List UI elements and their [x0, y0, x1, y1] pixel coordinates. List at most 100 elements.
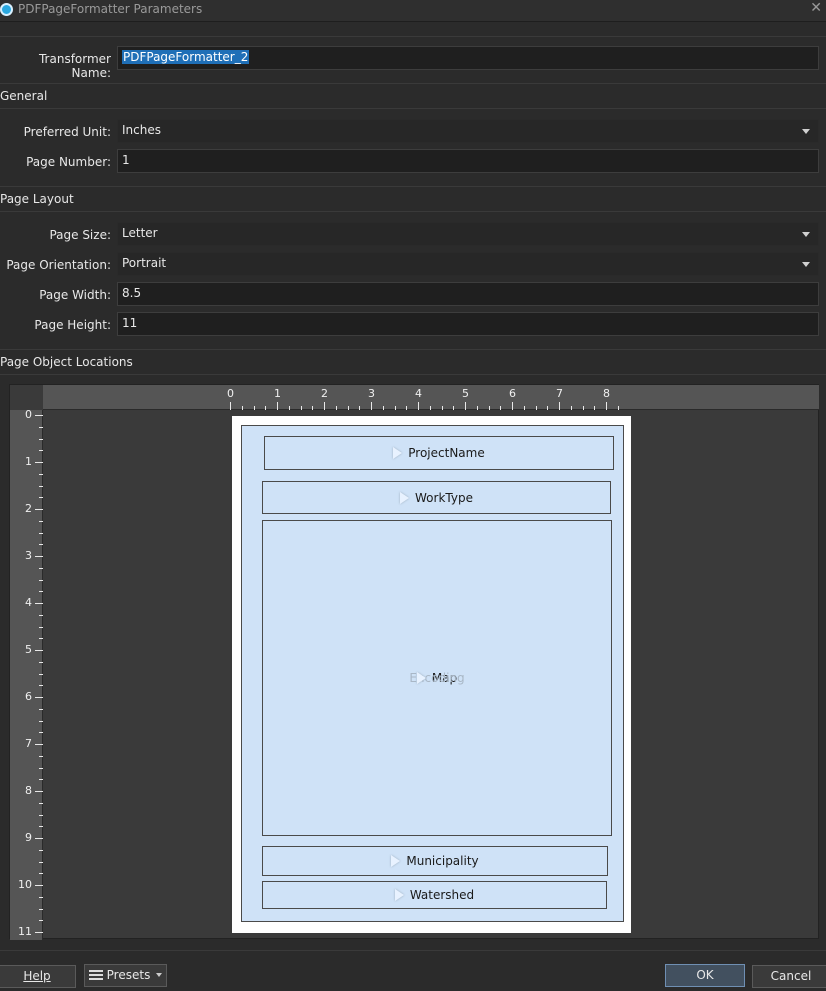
ruler-tick [441, 406, 443, 410]
section-page-object-locations-title: Page Object Locations [0, 355, 133, 369]
ruler-tick [39, 896, 43, 898]
page-orientation-value: Portrait [122, 256, 167, 270]
page-orientation-label: Page Orientation: [6, 258, 111, 272]
ruler-tick [39, 849, 43, 851]
page-object-projectname[interactable]: ProjectName [264, 436, 614, 470]
page-object-map[interactable]: Encoding Map [262, 520, 612, 836]
ruler-tick [230, 402, 231, 410]
section-page-layout-title: Page Layout [0, 192, 74, 206]
chevron-down-icon [802, 262, 810, 267]
ruler-tick [523, 406, 525, 410]
ruler-tick [617, 406, 619, 410]
app-icon [0, 3, 13, 16]
page-number-label: Page Number: [26, 155, 111, 169]
sliders-icon [88, 970, 103, 980]
ruler-tick [594, 406, 596, 410]
ruler-tick [39, 779, 43, 781]
ruler-tick [406, 406, 408, 410]
ruler-tick [324, 402, 325, 410]
ruler-tick [535, 406, 537, 410]
ruler-tick [253, 406, 255, 410]
play-icon [391, 855, 401, 867]
ruler-x-label: 2 [321, 387, 328, 400]
ok-button[interactable]: OK [665, 964, 745, 987]
help-button[interactable]: Help [0, 965, 76, 988]
ruler-tick [35, 415, 43, 416]
ruler-y-label: 1 [25, 455, 32, 468]
page-object-label: Watershed [409, 888, 475, 902]
ruler-tick [570, 406, 572, 410]
ruler-tick [39, 802, 43, 804]
transformer-name-input[interactable]: PDFPageFormatter_2 [117, 46, 819, 70]
page-width-input[interactable]: 8.5 [117, 282, 819, 306]
cancel-button[interactable]: Cancel [752, 965, 826, 988]
ruler-tick [606, 402, 607, 410]
page-object-municipality[interactable]: Municipality [262, 846, 608, 876]
ruler-tick [39, 873, 43, 875]
layout-canvas[interactable]: 0 1 2 3 4 5 6 7 8 0 1 2 3 4 5 6 7 8 9 10 11 ProjectName Wor… [9, 384, 819, 940]
title-bar: PDFPageFormatter Parameters ✕ [0, 0, 826, 22]
preferred-unit-select[interactable]: Inches [117, 119, 819, 143]
ruler-x-label: 3 [368, 387, 375, 400]
chevron-down-icon [156, 973, 163, 977]
ruler-tick [347, 406, 349, 410]
ruler-tick [547, 406, 549, 410]
page-number-input[interactable]: 1 [117, 149, 819, 173]
ruler-y-label: 9 [25, 831, 32, 844]
section-page-object-locations[interactable]: Page Object Locations [0, 349, 826, 375]
ruler-tick [300, 406, 302, 410]
page-object-label: ProjectName [408, 446, 485, 460]
ruler-x-label: 0 [227, 387, 234, 400]
ruler-tick [35, 885, 43, 886]
transformer-name-value: PDFPageFormatter_2 [122, 50, 250, 64]
ruler-tick [359, 406, 361, 410]
chevron-down-icon [802, 232, 810, 237]
ruler-tick [488, 406, 490, 410]
ruler-tick [312, 406, 314, 410]
ruler-y-label: 6 [25, 690, 32, 703]
ruler-tick [476, 406, 478, 410]
page-height-value: 11 [122, 316, 138, 330]
chevron-down-icon [802, 129, 810, 134]
page-number-value: 1 [122, 153, 130, 167]
page-object-watershed[interactable]: Watershed [262, 881, 607, 909]
ruler-tick [39, 544, 43, 546]
section-page-layout[interactable]: Page Layout [0, 186, 826, 212]
ruler-tick [335, 406, 337, 410]
ruler-tick [582, 406, 584, 410]
ruler-tick [382, 406, 384, 410]
ruler-tick [39, 450, 43, 452]
section-general[interactable]: General [0, 83, 826, 109]
ruler-tick [39, 720, 43, 722]
ruler-tick [39, 732, 43, 734]
ruler-tick [39, 567, 43, 569]
ruler-tick [39, 614, 43, 616]
ruler-tick [39, 485, 43, 487]
cancel-button-label: Cancel [770, 969, 812, 983]
page-object-label: Municipality [406, 854, 479, 868]
vertical-ruler: 0 1 2 3 4 5 6 7 8 9 10 11 [10, 408, 43, 940]
ruler-tick [39, 685, 43, 687]
ruler-tick [35, 744, 43, 745]
ruler-tick [39, 673, 43, 675]
ruler-tick [277, 402, 278, 410]
ruler-tick [39, 755, 43, 757]
presets-button[interactable]: Presets [84, 964, 167, 987]
ruler-y-label: 7 [25, 737, 32, 750]
page-size-select[interactable]: Letter [117, 222, 819, 246]
ruler-tick [39, 861, 43, 863]
page-object-worktype[interactable]: WorkType [262, 481, 611, 514]
ruler-tick [39, 814, 43, 816]
transformer-name-label: Transformer Name: [38, 52, 111, 80]
play-icon [400, 491, 410, 504]
ruler-tick [35, 509, 43, 510]
page-object-label: WorkType [415, 490, 473, 505]
page-preview: ProjectName WorkType Encoding Map Munici… [232, 416, 631, 933]
ruler-tick [288, 406, 290, 410]
page-height-input[interactable]: 11 [117, 312, 819, 336]
ruler-x-label: 8 [603, 387, 610, 400]
ruler-tick [35, 697, 43, 698]
ruler-tick [39, 626, 43, 628]
close-icon[interactable]: ✕ [810, 0, 822, 16]
page-orientation-select[interactable]: Portrait [117, 252, 819, 276]
